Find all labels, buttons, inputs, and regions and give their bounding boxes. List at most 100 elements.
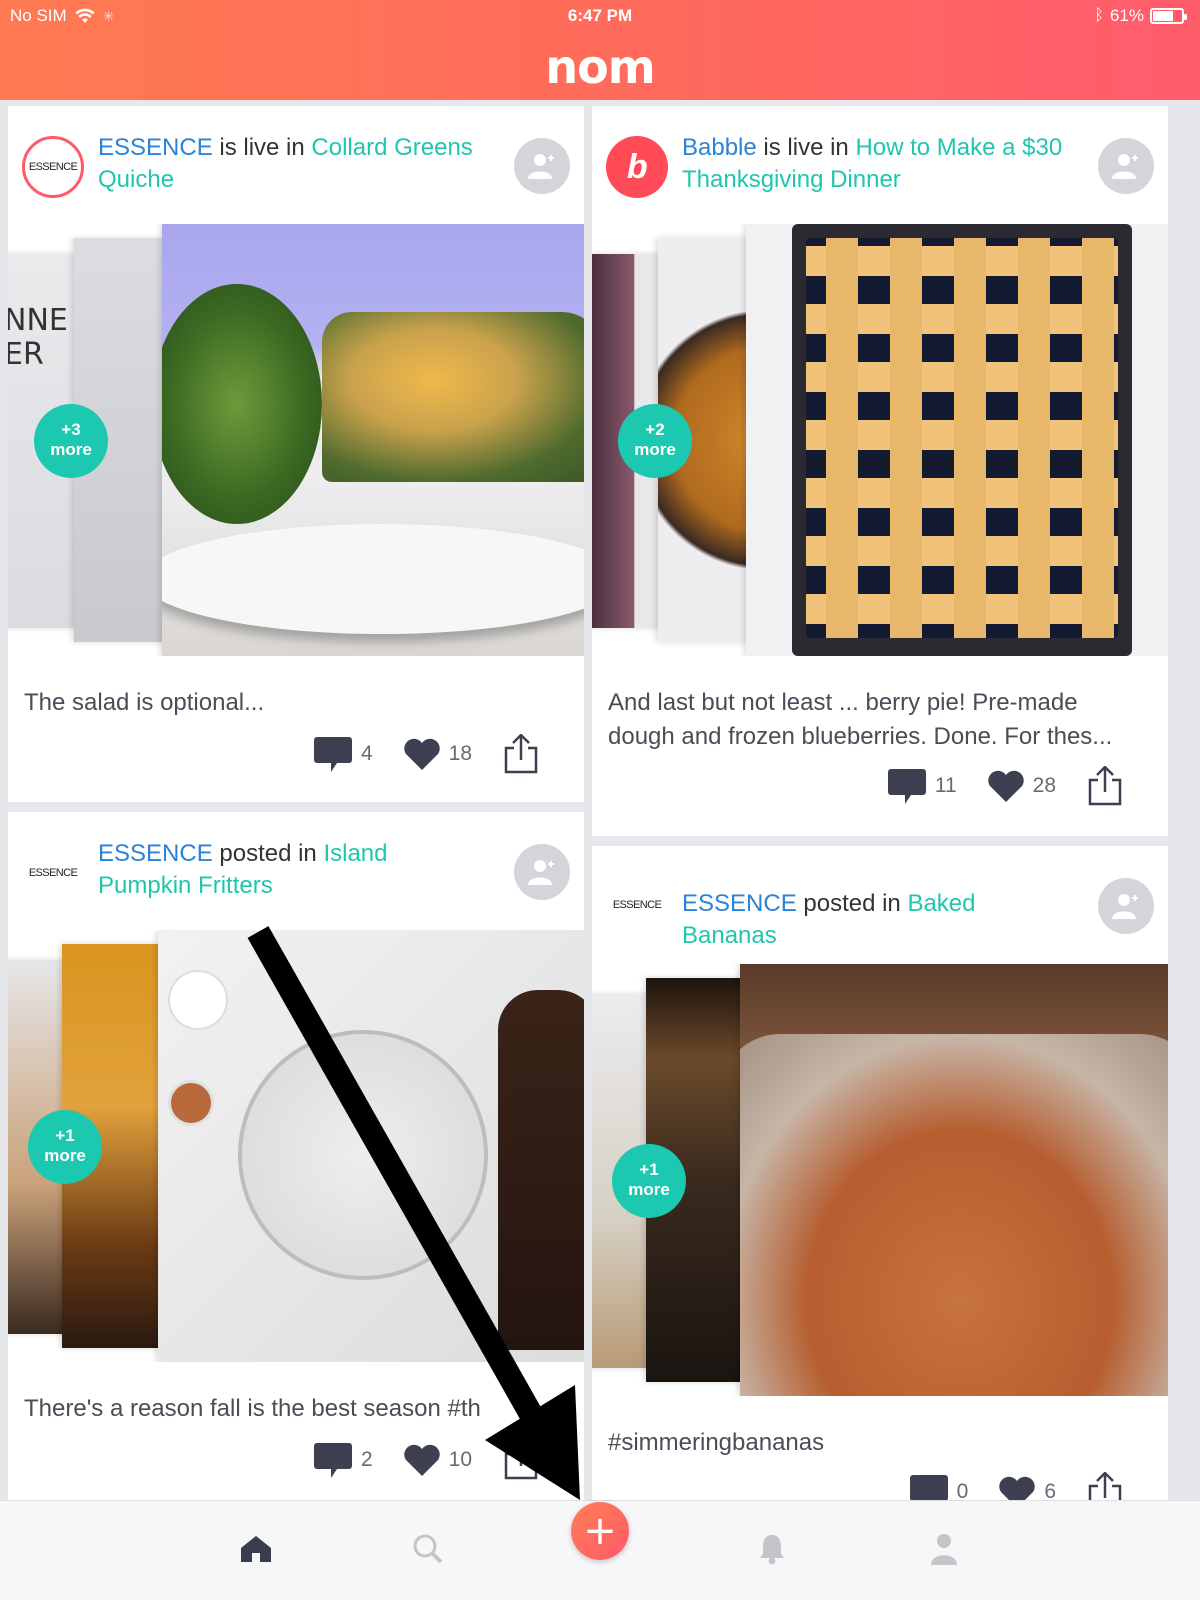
quiche-slice xyxy=(322,312,584,482)
more-count: +2 xyxy=(645,420,665,439)
more-badge[interactable]: +3 more xyxy=(34,404,108,478)
post-card[interactable]: ESSENCE ESSENCE posted in Island Pumpkin… xyxy=(8,812,584,1502)
more-label: more xyxy=(628,1180,670,1199)
comment-count: 11 xyxy=(934,774,957,797)
status-time: 6:47 PM xyxy=(567,6,633,25)
add-user-icon xyxy=(528,154,554,179)
post-media[interactable]: NNE -AND ER +3 more xyxy=(8,224,584,656)
more-count: +1 xyxy=(55,1126,75,1145)
follow-button[interactable] xyxy=(514,844,570,900)
app-logo[interactable]: nom xyxy=(0,40,1200,94)
post-headline: ESSENCE posted in Island Pumpkin Fritter… xyxy=(98,838,484,902)
add-user-icon xyxy=(1112,894,1138,919)
add-post-button[interactable]: + xyxy=(571,1502,629,1560)
post-image xyxy=(158,930,584,1362)
more-count: +1 xyxy=(639,1160,659,1179)
comment-icon xyxy=(313,1443,352,1478)
comment-count: 2 xyxy=(360,1448,373,1471)
comment-count: 4 xyxy=(360,742,373,765)
more-count: +3 xyxy=(61,420,81,439)
heart-icon xyxy=(403,738,440,770)
headline-verb: posted in xyxy=(212,840,324,867)
publisher-avatar[interactable]: ESSENCE xyxy=(606,874,668,936)
share-button[interactable] xyxy=(1086,1472,1124,1502)
search-icon xyxy=(413,1534,443,1564)
post-headline: ESSENCE posted in Baked Bananas xyxy=(682,888,1068,952)
post-caption[interactable]: There's a reason fall is the best season… xyxy=(24,1392,564,1426)
publisher-avatar[interactable]: ESSENCE xyxy=(22,136,84,198)
glass-bowl xyxy=(238,1030,488,1280)
share-button[interactable] xyxy=(502,734,540,774)
post-media[interactable]: +2 more xyxy=(592,224,1168,656)
like-button[interactable]: 18 xyxy=(403,737,472,771)
like-count: 10 xyxy=(448,1448,472,1471)
more-badge[interactable]: +1 more xyxy=(612,1144,686,1218)
share-icon xyxy=(1088,1472,1122,1502)
post-header: ESSENCE ESSENCE is live in Collard Green… xyxy=(8,106,584,216)
like-count: 6 xyxy=(1044,1480,1056,1502)
follow-button[interactable] xyxy=(514,138,570,194)
post-media[interactable]: +1 more xyxy=(8,930,584,1362)
post-actions: 0 6 xyxy=(879,1472,1124,1502)
post-caption[interactable]: #simmeringbananas xyxy=(608,1426,1148,1460)
like-button[interactable]: 28 xyxy=(987,769,1056,803)
comment-icon xyxy=(909,1475,948,1502)
heart-icon xyxy=(987,770,1024,802)
baking-dish xyxy=(740,1034,1168,1396)
tab-notifications[interactable] xyxy=(742,1519,802,1579)
headline-verb: is live in xyxy=(212,134,312,161)
post-caption[interactable]: And last but not least ... berry pie! Pr… xyxy=(608,686,1148,754)
app-header: No SIM ✳ 6:47 PM ᛒ 61% nom xyxy=(0,0,1200,100)
publisher-avatar[interactable]: ESSENCE xyxy=(22,842,84,904)
headline-verb: is live in xyxy=(756,134,856,161)
profile-icon xyxy=(931,1534,957,1565)
tab-search[interactable] xyxy=(398,1519,458,1579)
comment-icon xyxy=(313,737,352,772)
post-media[interactable]: +1 more xyxy=(592,964,1168,1396)
like-button[interactable]: 10 xyxy=(403,1443,472,1477)
follow-button[interactable] xyxy=(1098,878,1154,934)
post-image xyxy=(740,964,1168,1396)
like-button[interactable]: 6 xyxy=(998,1475,1056,1502)
more-badge[interactable]: +2 more xyxy=(618,404,692,478)
share-icon xyxy=(504,1440,538,1480)
post-actions: 4 18 xyxy=(283,734,540,774)
salad xyxy=(162,284,322,524)
plus-icon: + xyxy=(583,1508,617,1554)
comment-button[interactable]: 11 xyxy=(887,767,957,805)
plate xyxy=(162,524,584,634)
publisher-link[interactable]: ESSENCE xyxy=(98,134,213,161)
publisher-avatar[interactable]: b xyxy=(606,136,668,198)
milk-cup xyxy=(168,970,228,1030)
publisher-link[interactable]: ESSENCE xyxy=(98,840,213,867)
follow-button[interactable] xyxy=(1098,138,1154,194)
publisher-link[interactable]: ESSENCE xyxy=(682,890,797,917)
share-icon xyxy=(504,734,538,774)
comment-icon xyxy=(887,769,926,804)
battery-percent: 61% xyxy=(1109,6,1144,25)
post-actions: 2 10 xyxy=(283,1440,540,1480)
post-card[interactable]: b Babble is live in How to Make a $30 Th… xyxy=(592,106,1168,836)
publisher-link[interactable]: Babble xyxy=(682,134,757,161)
add-user-icon xyxy=(1112,154,1138,179)
post-header: b Babble is live in How to Make a $30 Th… xyxy=(592,106,1168,216)
comment-button[interactable]: 4 xyxy=(313,735,373,773)
hand xyxy=(498,990,584,1350)
like-count: 18 xyxy=(448,742,472,765)
post-card[interactable]: ESSENCE ESSENCE is live in Collard Green… xyxy=(8,106,584,802)
post-headline: Babble is live in How to Make a $30 Than… xyxy=(682,132,1068,196)
heart-icon xyxy=(999,1476,1035,1502)
post-header: ESSENCE ESSENCE posted in Baked Bananas xyxy=(592,846,1168,966)
post-card[interactable]: ESSENCE ESSENCE posted in Baked Bananas … xyxy=(592,846,1168,1502)
post-header: ESSENCE ESSENCE posted in Island Pumpkin… xyxy=(8,812,584,922)
comment-button[interactable]: 0 xyxy=(909,1473,968,1502)
heart-icon xyxy=(403,1444,440,1476)
post-caption[interactable]: The salad is optional... xyxy=(24,686,564,720)
tab-profile[interactable] xyxy=(914,1519,974,1579)
status-bar: No SIM ✳ 6:47 PM ᛒ 61% xyxy=(0,6,1200,32)
share-button[interactable] xyxy=(502,1440,540,1480)
tab-home[interactable] xyxy=(226,1519,286,1579)
comment-button[interactable]: 2 xyxy=(313,1441,373,1479)
share-button[interactable] xyxy=(1086,766,1124,806)
more-badge[interactable]: +1 more xyxy=(28,1110,102,1184)
